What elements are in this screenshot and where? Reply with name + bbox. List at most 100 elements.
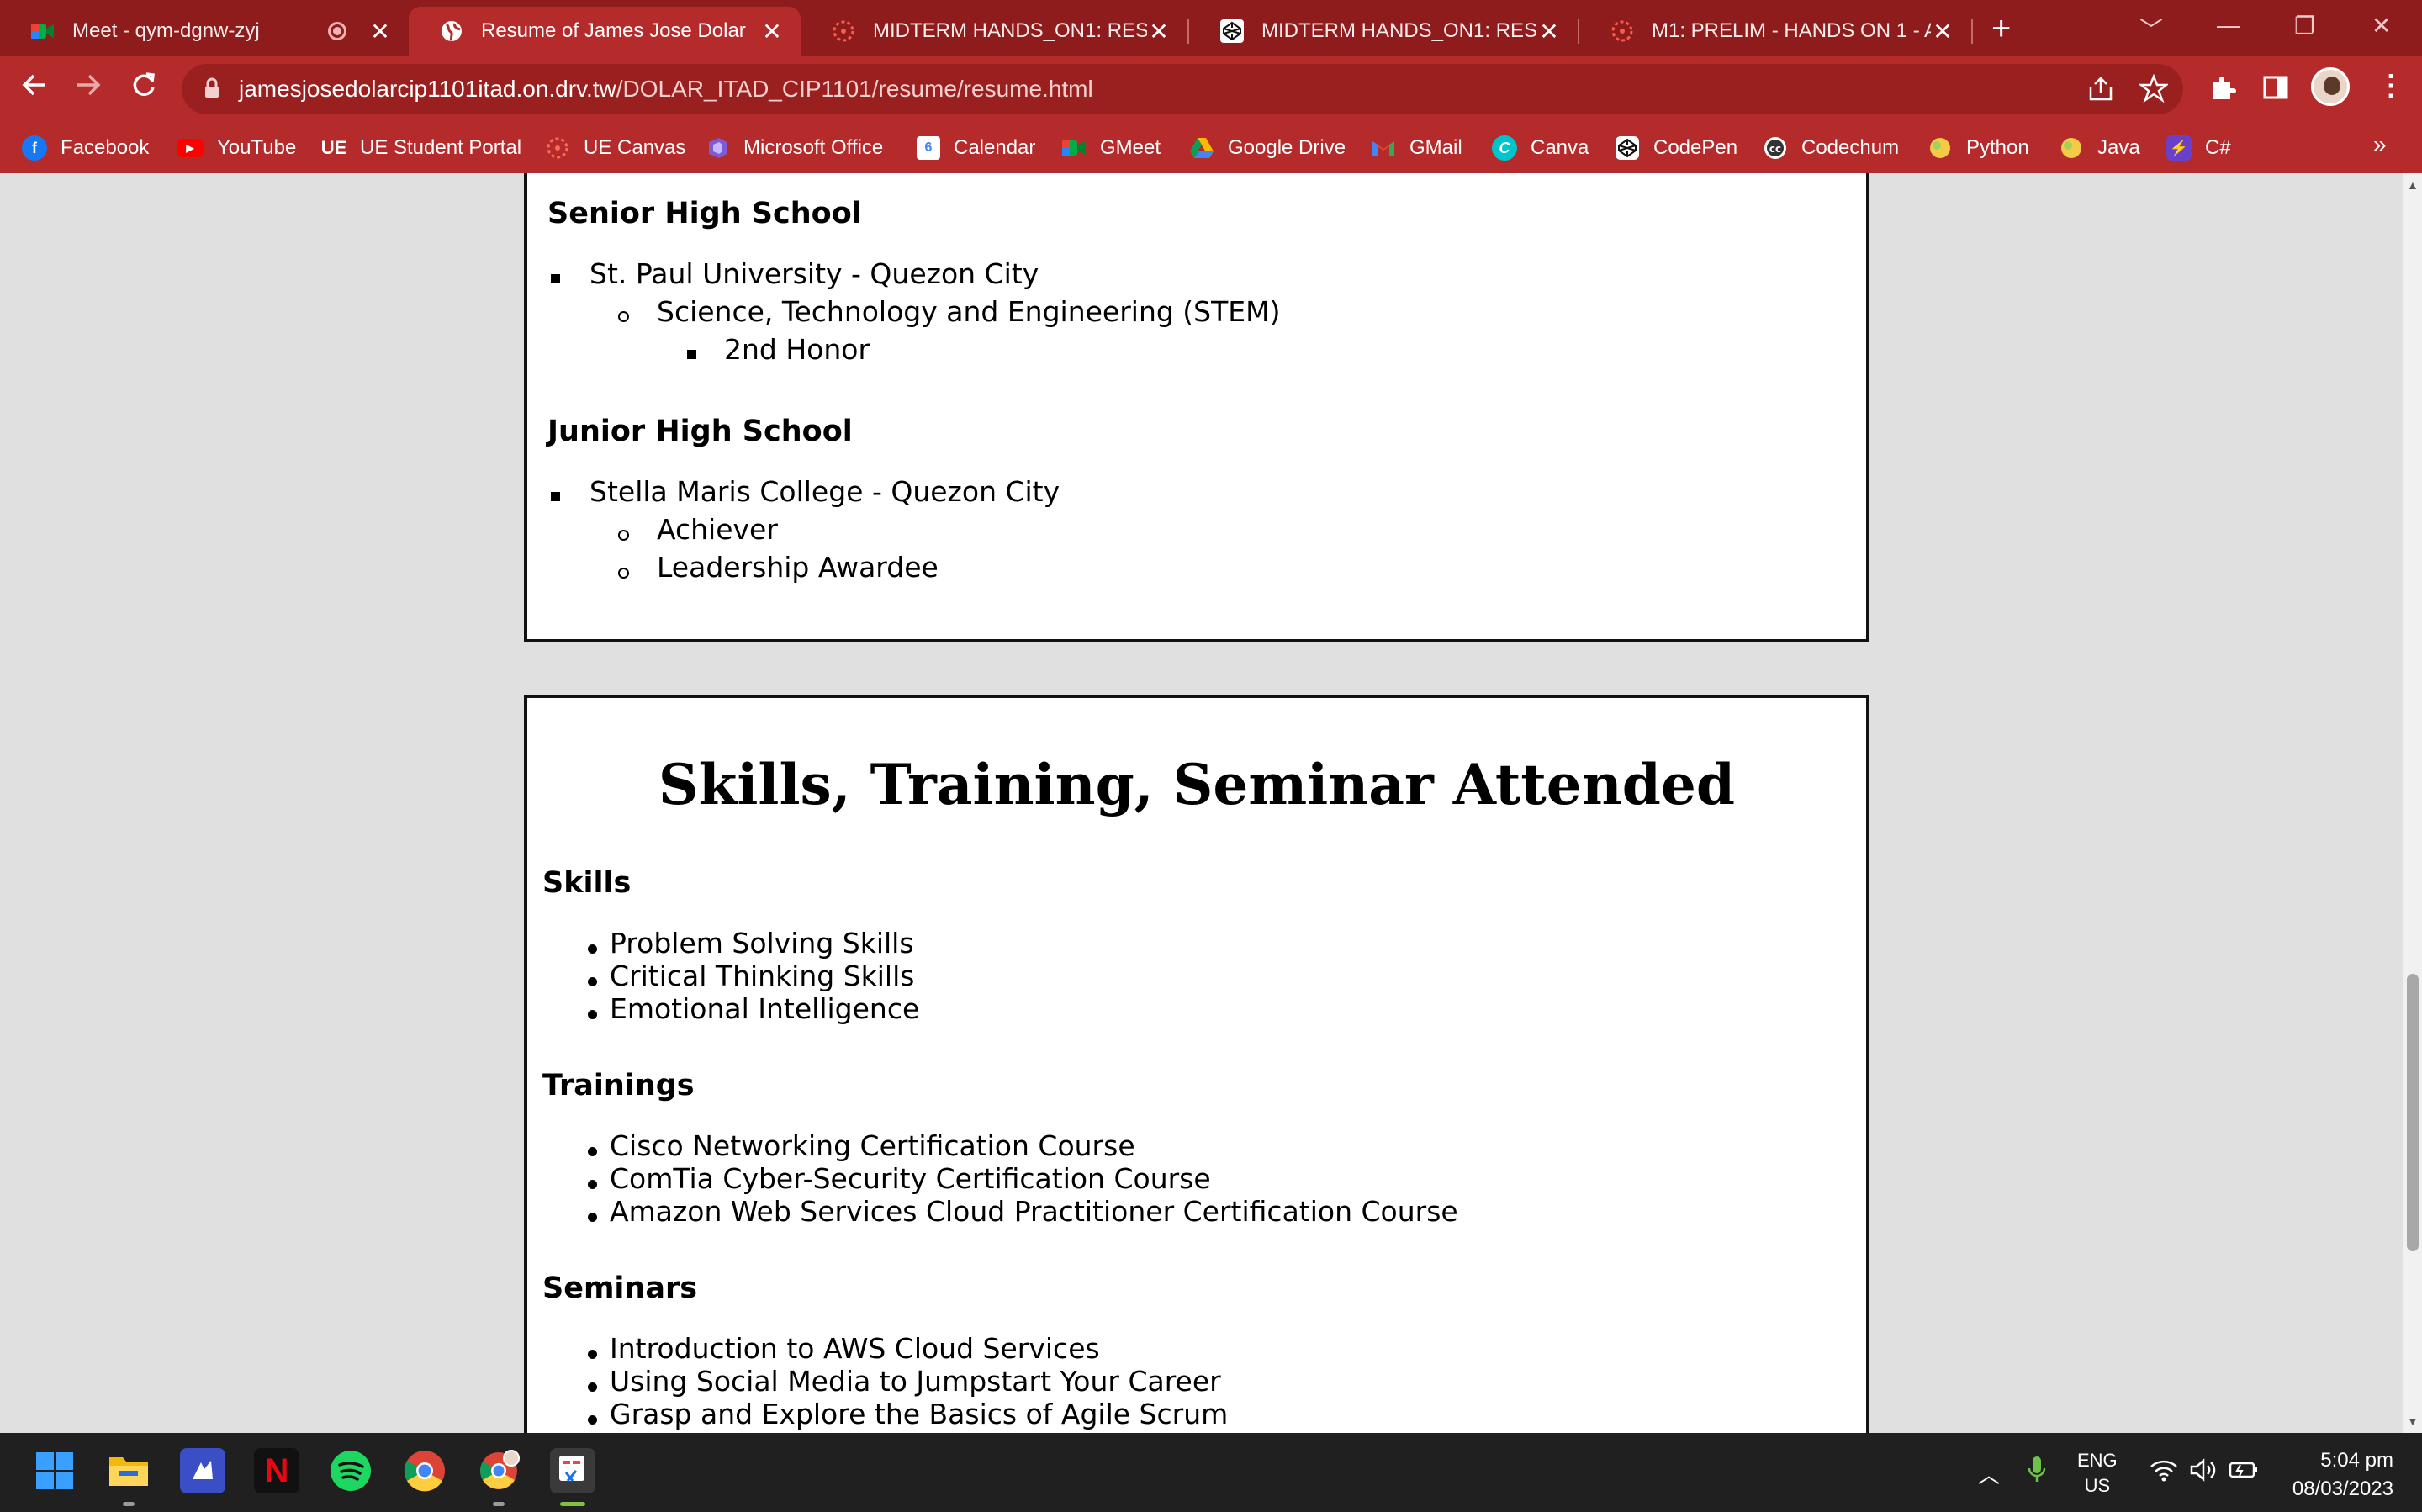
chrome-icon[interactable] xyxy=(402,1448,447,1493)
tray-overflow-icon[interactable]: ︿ xyxy=(1978,1458,2000,1489)
bookmark-ue-student-portal[interactable]: UE UE Student Portal xyxy=(321,131,521,165)
codechum-icon: cc xyxy=(1763,135,1788,161)
clock-time: 5:04 pm xyxy=(2320,1449,2393,1472)
forward-icon[interactable] xyxy=(74,71,103,107)
chrome-profile-icon[interactable] xyxy=(476,1448,521,1493)
list-bullet xyxy=(588,1010,597,1019)
skills-card: Skills, Training, Seminar Attended Skill… xyxy=(524,695,1869,1433)
window-close-icon[interactable]: ✕ xyxy=(2372,12,2391,40)
netflix-icon[interactable]: N xyxy=(254,1448,299,1493)
url-host: jamesjosedolarcip1101itad.on.drv.tw xyxy=(239,76,616,102)
bookmark-ue-canvas[interactable]: UE Canvas xyxy=(545,131,685,165)
bookmark-google-drive[interactable]: Google Drive xyxy=(1189,131,1346,165)
menu-kebab-icon[interactable]: ⋮ xyxy=(2377,69,2405,103)
running-indicator xyxy=(123,1502,135,1506)
windows-start-icon[interactable] xyxy=(32,1448,77,1493)
close-icon[interactable]: ✕ xyxy=(368,18,392,45)
side-panel-icon[interactable] xyxy=(2262,74,2289,108)
list-bullet xyxy=(551,274,560,283)
close-icon[interactable]: ✕ xyxy=(1931,18,1954,45)
tab-midterm-codepen[interactable]: MIDTERM HANDS_ON1: RESUM ✕ xyxy=(1189,7,1578,56)
jhs-award: Leadership Awardee xyxy=(657,551,939,584)
tab-midterm-canvas[interactable]: MIDTERM HANDS_ON1: RESUM ✕ xyxy=(801,7,1187,56)
training-item: ComTia Cyber-Security Certification Cour… xyxy=(610,1162,1211,1195)
education-card: Senior High School St. Paul University -… xyxy=(524,173,1869,642)
bookmark-gmail[interactable]: GMail xyxy=(1371,131,1462,165)
shs-school: St. Paul University - Quezon City xyxy=(590,257,1039,290)
microphone-icon[interactable] xyxy=(2027,1455,2047,1490)
ue-icon: UE xyxy=(320,137,347,158)
spotify-icon[interactable] xyxy=(328,1448,373,1493)
jhs-heading: Junior High School xyxy=(547,415,853,448)
google-meet-icon xyxy=(30,19,56,44)
bookmark-csharp[interactable]: ⚡ C# xyxy=(2166,131,2231,165)
bookmarks-overflow-icon[interactable]: » xyxy=(2373,131,2387,158)
tab-meet[interactable]: Meet - qym-dgnw-zyj ✕ xyxy=(0,7,409,56)
tab-strip: Meet - qym-dgnw-zyj ✕ Resume of James Jo… xyxy=(0,0,2422,56)
share-icon[interactable] xyxy=(2087,76,2114,109)
seminar-item: Introduction to AWS Cloud Services xyxy=(610,1332,1100,1365)
profile-avatar[interactable] xyxy=(2311,67,2350,106)
list-bullet xyxy=(588,1415,597,1425)
tab-prelim-canvas[interactable]: M1: PRELIM - HANDS ON 1 - AI ✕ xyxy=(1579,7,1971,56)
battery-icon[interactable] xyxy=(2229,1460,2259,1485)
google-meet-icon xyxy=(1061,135,1087,161)
google-drive-icon xyxy=(1189,135,1214,161)
youtube-icon: ▶ xyxy=(177,139,204,157)
seminars-heading: Seminars xyxy=(542,1271,698,1305)
skill-item: Problem Solving Skills xyxy=(610,927,914,960)
bookmark-codechum[interactable]: cc Codechum xyxy=(1763,131,1899,165)
bookmark-python[interactable]: Python xyxy=(1928,131,2029,165)
volume-icon[interactable] xyxy=(2190,1458,2218,1487)
calendar-icon: 6 xyxy=(917,136,940,160)
scroll-up-icon[interactable]: ▲ xyxy=(2407,178,2419,192)
bookmark-facebook[interactable]: f Facebook xyxy=(22,131,149,165)
wifi-icon[interactable] xyxy=(2150,1458,2178,1487)
bookmarks-bar: f Facebook ▶ YouTube UE UE Student Porta… xyxy=(0,123,2422,173)
linear-app-icon[interactable] xyxy=(180,1448,225,1493)
address-bar[interactable]: jamesjosedolarcip1101itad.on.drv.tw/DOLA… xyxy=(182,64,2183,114)
scrollbar-thumb[interactable] xyxy=(2407,974,2419,1251)
bookmark-gmeet[interactable]: GMeet xyxy=(1061,131,1161,165)
scroll-down-icon[interactable]: ▼ xyxy=(2407,1414,2419,1428)
bookmark-canva[interactable]: C Canva xyxy=(1492,131,1589,165)
list-bullet xyxy=(588,1180,597,1189)
input-language[interactable]: ENG US xyxy=(2077,1448,2118,1499)
bookmark-java[interactable]: Java xyxy=(2059,131,2140,165)
bookmark-youtube[interactable]: ▶ YouTube xyxy=(177,131,296,165)
recording-icon xyxy=(328,22,346,40)
skill-item: Critical Thinking Skills xyxy=(610,960,915,992)
close-icon[interactable]: ✕ xyxy=(760,18,784,45)
globe-icon xyxy=(439,19,464,44)
file-explorer-icon[interactable] xyxy=(106,1448,151,1493)
bookmark-calendar[interactable]: 6 Calendar xyxy=(917,131,1035,165)
extensions-icon[interactable] xyxy=(2208,74,2237,109)
new-tab-button[interactable]: + xyxy=(1991,10,2011,48)
page-scrollbar[interactable]: ▲ ▼ xyxy=(2403,173,2422,1433)
lock-icon[interactable] xyxy=(204,77,220,99)
bookmark-microsoft-office[interactable]: Microsoft Office xyxy=(705,131,883,165)
taskbar-clock[interactable]: 5:04 pm 08/03/2023 xyxy=(2292,1446,2393,1504)
page-viewport: Senior High School St. Paul University -… xyxy=(0,173,2403,1433)
tab-separator xyxy=(1971,19,1973,44)
tab-search-icon[interactable]: ﹀ xyxy=(2139,12,2163,45)
close-icon[interactable]: ✕ xyxy=(1147,18,1171,45)
close-icon[interactable]: ✕ xyxy=(1537,18,1561,45)
back-icon[interactable] xyxy=(20,71,49,107)
minimize-icon[interactable]: — xyxy=(2217,12,2240,39)
list-bullet xyxy=(588,1350,597,1359)
list-bullet xyxy=(618,568,629,579)
tab-resume[interactable]: Resume of James Jose Dolar ✕ xyxy=(409,7,801,56)
canvas-icon xyxy=(831,19,856,44)
bookmark-star-icon[interactable] xyxy=(2138,73,2170,109)
bookmark-codepen[interactable]: CodePen xyxy=(1615,131,1737,165)
jhs-award: Achiever xyxy=(657,513,778,546)
python-icon xyxy=(1928,135,1953,161)
skills-section-title: Skills, Training, Seminar Attended xyxy=(658,752,1736,817)
shs-heading: Senior High School xyxy=(547,197,862,230)
restore-icon[interactable]: ❐ xyxy=(2294,12,2315,40)
reload-icon[interactable] xyxy=(130,71,158,107)
snipping-tool-icon[interactable] xyxy=(550,1448,595,1493)
list-bullet xyxy=(588,1147,597,1156)
region-label: US xyxy=(2084,1475,2111,1496)
